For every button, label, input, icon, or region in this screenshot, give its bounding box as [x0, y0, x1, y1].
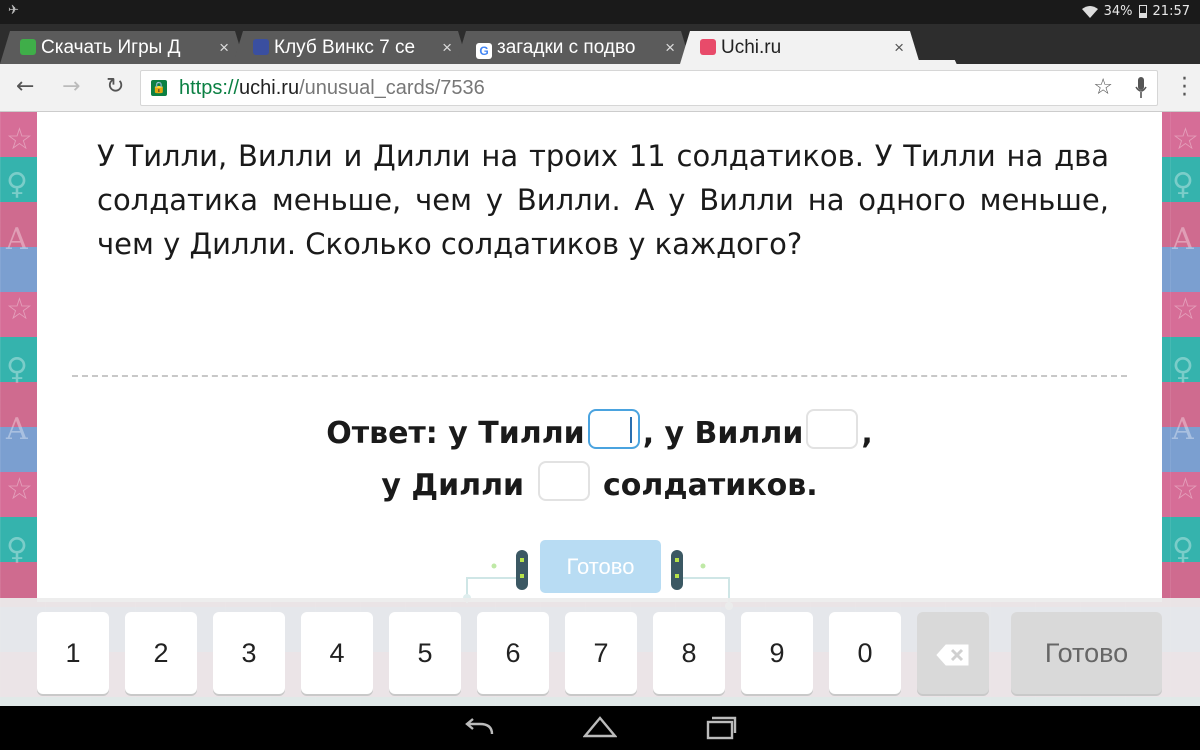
key-3[interactable]: 3: [213, 612, 285, 694]
battery-percent: 34%: [1103, 4, 1133, 19]
backspace-icon: [936, 644, 969, 666]
url-bar[interactable]: 🔒 https://uchi.ru/unusual_cards/7536 ☆: [140, 70, 1158, 106]
lock-icon: 🔒: [151, 80, 167, 96]
key-8[interactable]: 8: [653, 612, 725, 694]
tab-uchi-ru[interactable]: Uchi.ru ×: [680, 31, 920, 64]
star-decor-icon: ☆: [6, 292, 33, 327]
answer-input-villi[interactable]: [806, 409, 859, 449]
key-5[interactable]: 5: [389, 612, 461, 694]
key-4[interactable]: 4: [301, 612, 373, 694]
tab-title: Скачать Игры Д: [41, 37, 181, 58]
uchi-favicon-icon: [700, 39, 716, 55]
tab-zagadki[interactable]: Gзагадки с подво ×: [456, 31, 691, 64]
game-favicon-icon: [20, 39, 36, 55]
letter-decor-icon: A: [6, 412, 28, 447]
close-tab-icon[interactable]: ×: [442, 31, 452, 64]
globe-decor-icon: ♀: [6, 352, 28, 387]
nav-back-icon[interactable]: [462, 716, 496, 740]
reload-icon[interactable]: ↻: [106, 74, 124, 99]
dashed-divider: [72, 375, 1127, 377]
star-decor-icon: ☆: [1172, 472, 1199, 507]
winx-favicon-icon: [253, 39, 269, 55]
globe-decor-icon: ♀: [1172, 532, 1194, 567]
key-6[interactable]: 6: [477, 612, 549, 694]
tab-skachat-igry[interactable]: Скачать Игры Д ×: [0, 31, 245, 64]
letter-decor-icon: A: [1172, 222, 1194, 257]
answer-label-1: Ответ: у Тилли: [326, 416, 585, 451]
tab-title: Клуб Винкс 7 се: [274, 37, 416, 58]
answer-label-2: , у Вилли: [642, 416, 804, 451]
answer-input-tilli[interactable]: [587, 409, 640, 449]
keyboard-done-key[interactable]: Готово: [1011, 612, 1162, 694]
browser-toolbar: ← → ↻ 🔒 https://uchi.ru/unusual_cards/75…: [0, 64, 1200, 112]
task-text: У Тилли, Вилли и Дилли на троих 11 солда…: [97, 139, 1109, 261]
microphone-icon[interactable]: [1135, 77, 1147, 99]
battery-icon: [1138, 5, 1147, 18]
key-1[interactable]: 1: [37, 612, 109, 694]
answer-label-4: у Дилли: [381, 468, 525, 503]
notification-icon: ✈: [8, 3, 19, 18]
url-path: /unusual_cards/7536: [299, 77, 485, 99]
key-9[interactable]: 9: [741, 612, 813, 694]
letter-decor-icon: A: [6, 222, 28, 257]
answer-input-dilli[interactable]: [537, 461, 590, 501]
menu-dots-icon[interactable]: · · ·: [1181, 69, 1188, 107]
system-nav-bar: [0, 706, 1200, 750]
task-card: У Тилли, Вилли и Дилли на троих 11 солда…: [37, 112, 1162, 610]
ready-button[interactable]: Готово: [540, 540, 661, 593]
url-text[interactable]: https://uchi.ru/unusual_cards/7536: [179, 77, 485, 100]
status-bar: ✈ 34% 21:57: [0, 0, 1200, 24]
globe-decor-icon: ♀: [1172, 167, 1194, 202]
star-decor-icon: ☆: [1172, 122, 1199, 157]
tab-klub-winx[interactable]: Клуб Винкс 7 се ×: [233, 31, 468, 64]
forward-arrow-icon[interactable]: →: [62, 74, 80, 99]
star-icon[interactable]: ☆: [1093, 75, 1113, 100]
letter-decor-icon: A: [1172, 412, 1194, 447]
globe-decor-icon: ♀: [6, 532, 28, 567]
nav-recents-icon[interactable]: [704, 716, 738, 740]
key-7[interactable]: 7: [565, 612, 637, 694]
globe-decor-icon: ♀: [1172, 352, 1194, 387]
back-arrow-icon[interactable]: ←: [16, 74, 34, 99]
key-0[interactable]: 0: [829, 612, 901, 694]
url-host: uchi.ru: [239, 77, 300, 99]
answer-block: Ответ: у Тилли , у Вилли, у Дилли солдати…: [37, 408, 1162, 512]
close-tab-icon[interactable]: ×: [219, 31, 229, 64]
url-scheme: https://: [179, 77, 240, 99]
answer-label-5: солдатиков.: [603, 468, 818, 503]
key-2[interactable]: 2: [125, 612, 197, 694]
close-tab-icon[interactable]: ×: [665, 31, 675, 64]
tab-title: Uchi.ru: [721, 37, 782, 58]
tab-title: загадки с подво: [497, 37, 636, 58]
backspace-key[interactable]: [917, 612, 989, 694]
globe-decor-icon: ♀: [6, 167, 28, 202]
tab-strip: Скачать Игры Д × Клуб Винкс 7 се × Gзага…: [0, 24, 1200, 80]
google-favicon-icon: G: [476, 43, 492, 59]
answer-label-3: ,: [861, 416, 873, 451]
star-decor-icon: ☆: [6, 472, 33, 507]
wifi-icon: [1081, 5, 1098, 18]
numeric-keyboard: 1 2 3 4 5 6 7 8 9 0 Готово: [0, 598, 1200, 706]
nav-home-icon[interactable]: [583, 716, 617, 740]
close-tab-icon[interactable]: ×: [894, 31, 904, 64]
star-decor-icon: ☆: [1172, 292, 1199, 327]
clock: 21:57: [1152, 4, 1190, 19]
star-decor-icon: ☆: [6, 122, 33, 157]
